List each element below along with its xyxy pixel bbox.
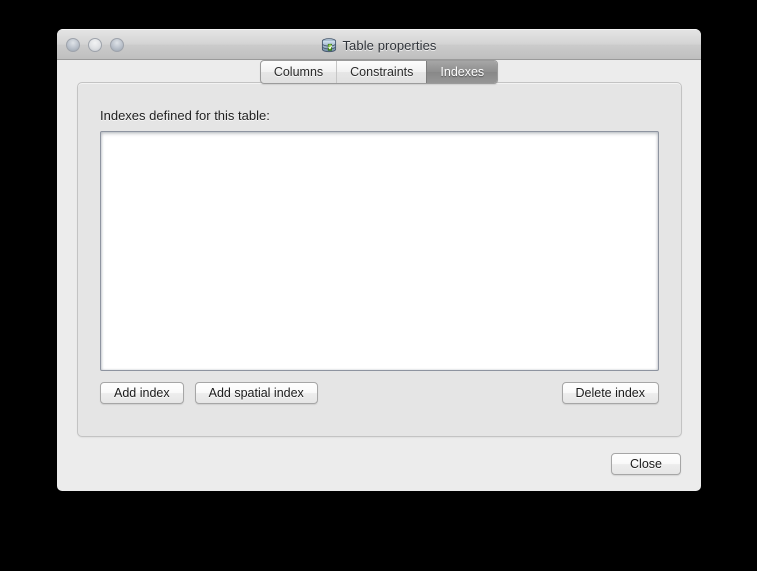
window-titlebar[interactable]: Table properties <box>57 29 701 60</box>
database-table-icon <box>321 38 337 53</box>
window-title: Table properties <box>342 38 437 53</box>
close-window-button[interactable] <box>66 38 80 52</box>
index-add-buttons: Add index Add spatial index <box>100 382 318 404</box>
indexes-panel-label: Indexes defined for this table: <box>100 108 270 123</box>
index-actions-row: Add index Add spatial index Delete index <box>100 381 659 405</box>
zoom-window-button[interactable] <box>110 38 124 52</box>
tab-constraints-label: Constraints <box>350 65 414 79</box>
add-spatial-index-button[interactable]: Add spatial index <box>194 382 318 404</box>
tab-group: Columns Constraints Indexes <box>259 60 499 84</box>
add-index-button[interactable]: Add index <box>100 382 184 404</box>
close-button[interactable]: Close <box>611 453 681 475</box>
tab-columns[interactable]: Columns <box>261 61 336 83</box>
indexes-panel: Indexes defined for this table: Add inde… <box>77 82 682 437</box>
tab-indexes-label: Indexes <box>440 65 485 79</box>
dialog-footer: Close <box>611 453 681 475</box>
window-title-group: Table properties <box>57 30 701 61</box>
delete-index-button[interactable]: Delete index <box>561 382 659 404</box>
tab-constraints[interactable]: Constraints <box>336 61 426 83</box>
index-delete-buttons: Delete index <box>561 382 659 404</box>
indexes-list[interactable] <box>100 131 659 371</box>
table-properties-window: Table properties Columns Constraints Ind… <box>57 29 701 491</box>
screen: Table properties Columns Constraints Ind… <box>0 0 757 571</box>
minimize-window-button[interactable] <box>88 38 102 52</box>
tab-indexes[interactable]: Indexes <box>426 61 498 83</box>
tab-columns-label: Columns <box>273 65 324 79</box>
tab-bar: Columns Constraints Indexes <box>57 60 701 84</box>
window-controls <box>66 38 124 52</box>
